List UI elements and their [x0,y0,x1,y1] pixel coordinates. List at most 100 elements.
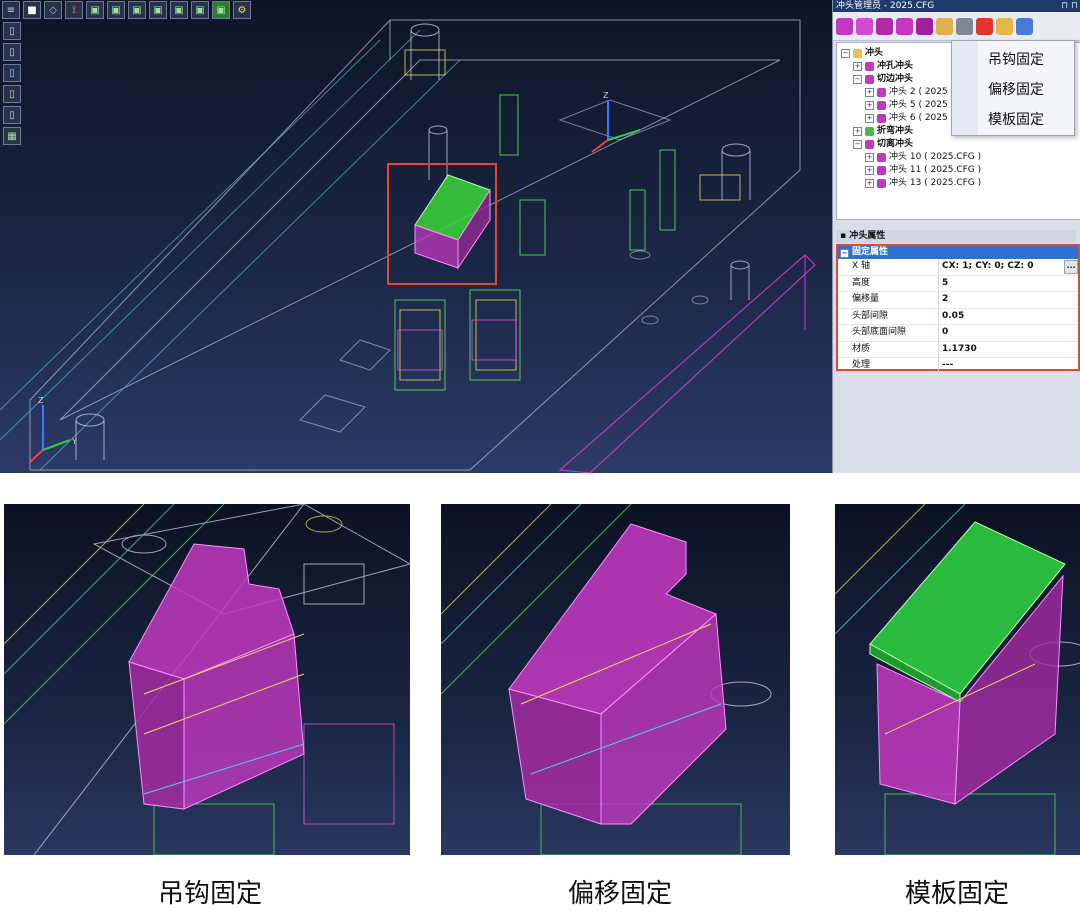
menu-item-plate-fix[interactable]: 模板固定 [988,109,1044,129]
punch-icon-2[interactable] [856,17,873,35]
settings-icon[interactable]: ⚙ [233,1,251,19]
layer-icon-6[interactable]: ▦ [3,127,21,145]
wireframe-view-icon[interactable]: ◇ [44,1,62,19]
layer-icon-4[interactable]: ▯ [3,85,21,103]
selection-highlight-box [387,163,497,285]
layer-icon-1[interactable]: ▯ [3,22,21,40]
property-name: 头部底面间隙 [838,325,939,341]
property-value[interactable]: 1.1730 [939,342,1078,358]
property-value[interactable]: 0.05 [939,309,1078,325]
tree-item-label: 冲头 11 ( 2025.CFG ) [889,165,982,175]
tree-expander-icon[interactable]: + [865,178,874,188]
tree-expander-icon[interactable]: + [865,165,874,175]
cube-front-icon[interactable]: ▣ [86,1,104,19]
menu-item-hook-fix[interactable]: 吊钩固定 [988,49,1044,69]
property-value[interactable]: 5 [939,276,1078,292]
property-row[interactable]: X 轴 CX: 1; CY: 0; CZ: 0... [838,259,1078,276]
layer-icon-2[interactable]: ▯ [3,43,21,61]
property-value[interactable]: --- [939,358,1078,374]
pin-icon[interactable]: ⊓ ⊓ [1061,0,1078,12]
tree-item[interactable]: + 冲头 10 ( 2025.CFG ) [865,151,981,163]
punch-icon-3[interactable] [876,17,893,35]
layer-icon-5[interactable]: ▯ [3,106,21,124]
property-row[interactable]: 处理 --- [838,358,1078,375]
fix-type-menu: 吊钩固定 偏移固定 模板固定 [951,40,1075,136]
caption-plate-fix: 模板固定 [904,879,1009,909]
block-icon[interactable] [956,17,973,35]
tree-expander-icon[interactable]: + [853,126,862,136]
tree-item[interactable]: + 冲孔冲头 [853,60,913,72]
property-row[interactable]: 头部间隙 0.05 [838,308,1078,325]
tree-item[interactable]: − 切边冲头 [853,73,913,85]
browse-button[interactable]: ... [1064,260,1078,274]
axis-z-label: Z [38,396,44,405]
hook-fix-render [4,504,410,855]
cube-iso-icon[interactable]: ▣ [212,1,230,19]
tree-expander-icon[interactable]: + [853,61,862,71]
tree-expander-icon[interactable]: + [865,100,874,110]
tree-item-label: 冲头 5 ( 2025 [889,100,948,110]
menu-icon[interactable]: ≡ [2,1,20,19]
tree-item-label: 冲头 6 ( 2025 [889,113,948,123]
tree-expander-icon[interactable]: + [865,113,874,123]
axis-view-icon[interactable]: ⟟ [65,1,83,19]
red-cube-icon[interactable] [976,17,993,35]
tree-item-label: 冲头 2 ( 2025 [889,87,948,97]
punch-icon-4[interactable] [896,17,913,35]
tree-item[interactable]: + 冲头 2 ( 2025 [865,86,948,98]
property-row[interactable]: 材质 1.1730 [838,341,1078,358]
cube-right-icon[interactable]: ▣ [149,1,167,19]
panel-toolbar [833,12,1080,41]
cube-bottom-icon[interactable]: ▣ [191,1,209,19]
property-value[interactable]: 2 [939,292,1078,308]
punch-icon [865,126,874,136]
tree-expander-icon[interactable]: − [853,74,862,84]
property-value-text: 1.1730 [942,343,977,354]
property-value-text: --- [942,360,954,370]
cube-top-icon[interactable]: ▣ [170,1,188,19]
punch-icon [865,139,874,149]
punch-icon-1[interactable] [836,17,853,35]
property-row[interactable]: 高度 5 [838,275,1078,292]
punch-fix-dropdown-icon[interactable] [916,17,933,35]
tree-item[interactable]: + 冲头 6 ( 2025 [865,112,948,124]
tree-item-label: 冲孔冲头 [877,61,914,71]
menu-item-offset-fix[interactable]: 偏移固定 [988,79,1044,99]
cube-back-icon[interactable]: ▣ [107,1,125,19]
punch-icon [865,74,874,84]
tree-expander-icon[interactable]: − [853,139,862,149]
layer-icon-3[interactable]: ▯ [3,64,21,82]
tree-item-label: 冲头 [865,48,884,58]
detail-view-hook-fix [4,504,410,855]
panel-title: 冲头管理员 - 2025.CFG [836,1,935,11]
report-icon[interactable] [996,17,1013,35]
panel-title-bar: 冲头管理员 - 2025.CFG ⊓ ⊓ [833,0,1080,12]
doc-icon[interactable] [1016,17,1033,35]
property-value[interactable]: CX: 1; CY: 0; CZ: 0... [939,259,1078,275]
shaded-view-icon[interactable]: ■ [23,1,41,19]
punch-icon [877,87,886,97]
props-header[interactable]: ▪ 冲头属性 [836,230,1076,243]
props-category[interactable]: − 固定属性 [838,246,1078,259]
cad-viewport[interactable]: Z Z Y ≡ ■ ◇ ⟟ ▣ ▣ ▣ ▣ ▣ ▣ ▣ ⚙ ▯ ▯ ▯ ▯ ▯ … [0,0,832,473]
cube-left-icon[interactable]: ▣ [128,1,146,19]
tree-item[interactable]: − 冲头 [841,47,883,59]
property-value[interactable]: 0 [939,325,1078,341]
category-expander-icon[interactable]: − [840,249,849,258]
hand-icon[interactable] [936,17,953,35]
tree-item[interactable]: + 冲头 5 ( 2025 [865,99,948,111]
tree-item[interactable]: + 冲头 13 ( 2025.CFG ) [865,177,981,189]
collapse-icon: ▪ [840,231,847,241]
property-value-text: 2 [942,294,949,304]
property-row[interactable]: 偏移量 2 [838,292,1078,309]
tree-expander-icon[interactable]: + [865,87,874,97]
tree-expander-icon[interactable]: + [865,152,874,162]
tree-item[interactable]: + 冲头 11 ( 2025.CFG ) [865,164,981,176]
property-value-text: 0 [942,327,949,337]
property-row[interactable]: 头部底面间隙 0 [838,325,1078,342]
property-name: 材质 [838,341,939,357]
tree-item[interactable]: − 切离冲头 [853,138,913,150]
tree-item[interactable]: + 折弯冲头 [853,125,913,137]
punch-icon [877,152,886,162]
tree-expander-icon[interactable]: − [841,48,850,58]
